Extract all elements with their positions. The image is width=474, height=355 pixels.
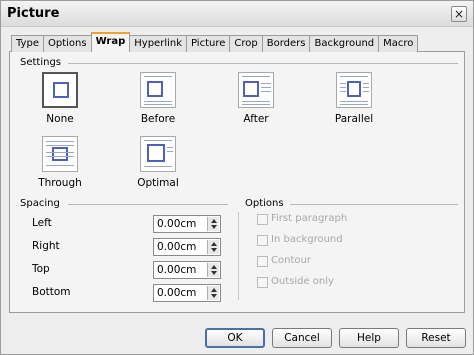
wrap-option-label: Parallel [334, 113, 374, 125]
tab-strip: Type Options Wrap Hyperlink Picture Crop… [11, 32, 419, 52]
cancel-button[interactable]: Cancel [272, 328, 332, 348]
spacing-top-field[interactable]: 0.00cm [153, 261, 221, 279]
wrap-none-icon [42, 72, 78, 108]
ok-button[interactable]: OK [205, 328, 265, 348]
checkbox-label: Outside only [271, 276, 334, 287]
spin-arrows[interactable] [207, 286, 219, 300]
wrap-before-icon [140, 72, 176, 108]
spin-arrows[interactable] [207, 263, 219, 277]
spacing-heading: Spacing [20, 198, 60, 209]
tab-wrap[interactable]: Wrap [90, 32, 131, 52]
spacing-bottom-field[interactable]: 0.00cm [153, 284, 221, 302]
wrap-parallel-icon [336, 72, 372, 108]
tab-borders[interactable]: Borders [261, 35, 311, 52]
wrap-option-optimal[interactable]: Optimal [128, 136, 188, 189]
wrap-option-label: None [46, 113, 74, 125]
wrap-option-through[interactable]: Through [30, 136, 90, 189]
contour-checkbox[interactable]: Contour [257, 255, 437, 269]
spin-arrows[interactable] [207, 217, 219, 231]
wrap-tab-panel: Settings None Before After Parallel Thro… [9, 51, 465, 313]
close-icon[interactable]: × [451, 6, 467, 22]
options-heading: Options [245, 198, 284, 209]
spin-value: 0.00cm [157, 241, 197, 253]
wrap-option-label: Before [140, 113, 176, 125]
spacing-right-row: Right 0.00cm [32, 238, 232, 256]
checkbox-label: In background [271, 234, 343, 245]
wrap-after-icon [238, 72, 274, 108]
reset-button[interactable]: Reset [406, 328, 466, 348]
settings-heading: Settings [20, 57, 62, 68]
dialog-title: Picture [7, 6, 60, 21]
outside-only-checkbox[interactable]: Outside only [257, 276, 437, 290]
field-label: Top [32, 263, 50, 275]
spin-value: 0.00cm [157, 264, 197, 276]
wrap-option-label: After [243, 113, 269, 125]
spacing-divider [68, 204, 228, 205]
spacing-right-field[interactable]: 0.00cm [153, 238, 221, 256]
wrap-option-after[interactable]: After [226, 72, 286, 125]
spin-arrows[interactable] [207, 240, 219, 254]
spin-value: 0.00cm [157, 287, 197, 299]
in-background-checkbox[interactable]: In background [257, 234, 437, 248]
checkbox-box[interactable] [257, 256, 268, 267]
spacing-top-row: Top 0.00cm [32, 261, 232, 279]
checkbox-box[interactable] [257, 214, 268, 225]
tab-hyperlink[interactable]: Hyperlink [129, 35, 187, 52]
tab-macro[interactable]: Macro [378, 35, 419, 52]
wrap-option-none[interactable]: None [30, 72, 90, 125]
spacing-left-row: Left 0.00cm [32, 215, 232, 233]
wrap-optimal-icon [140, 136, 176, 172]
spacing-bottom-row: Bottom 0.00cm [32, 284, 232, 302]
help-button[interactable]: Help [339, 328, 399, 348]
options-divider [290, 204, 458, 205]
wrap-option-parallel[interactable]: Parallel [324, 72, 384, 125]
wrap-option-label: Through [38, 177, 82, 189]
wrap-option-label: Optimal [137, 177, 179, 189]
checkbox-label: Contour [271, 255, 311, 266]
tab-type[interactable]: Type [11, 35, 44, 52]
first-paragraph-checkbox[interactable]: First paragraph [257, 213, 437, 227]
wrap-option-before[interactable]: Before [128, 72, 188, 125]
title-bar: Picture × [1, 1, 473, 27]
settings-divider [68, 63, 458, 64]
checkbox-box[interactable] [257, 235, 268, 246]
spacing-left-field[interactable]: 0.00cm [153, 215, 221, 233]
wrap-through-icon [42, 136, 78, 172]
checkbox-box[interactable] [257, 277, 268, 288]
tab-picture[interactable]: Picture [186, 35, 231, 52]
tab-background[interactable]: Background [309, 35, 380, 52]
field-label: Bottom [32, 286, 71, 298]
spin-value: 0.00cm [157, 218, 197, 230]
tab-crop[interactable]: Crop [229, 35, 263, 52]
picture-dialog: Picture × Settings None Before After Par… [0, 0, 474, 355]
tab-options[interactable]: Options [42, 35, 92, 52]
field-label: Left [32, 217, 52, 229]
field-label: Right [32, 240, 60, 252]
group-separator [238, 212, 239, 300]
checkbox-label: First paragraph [271, 213, 348, 224]
